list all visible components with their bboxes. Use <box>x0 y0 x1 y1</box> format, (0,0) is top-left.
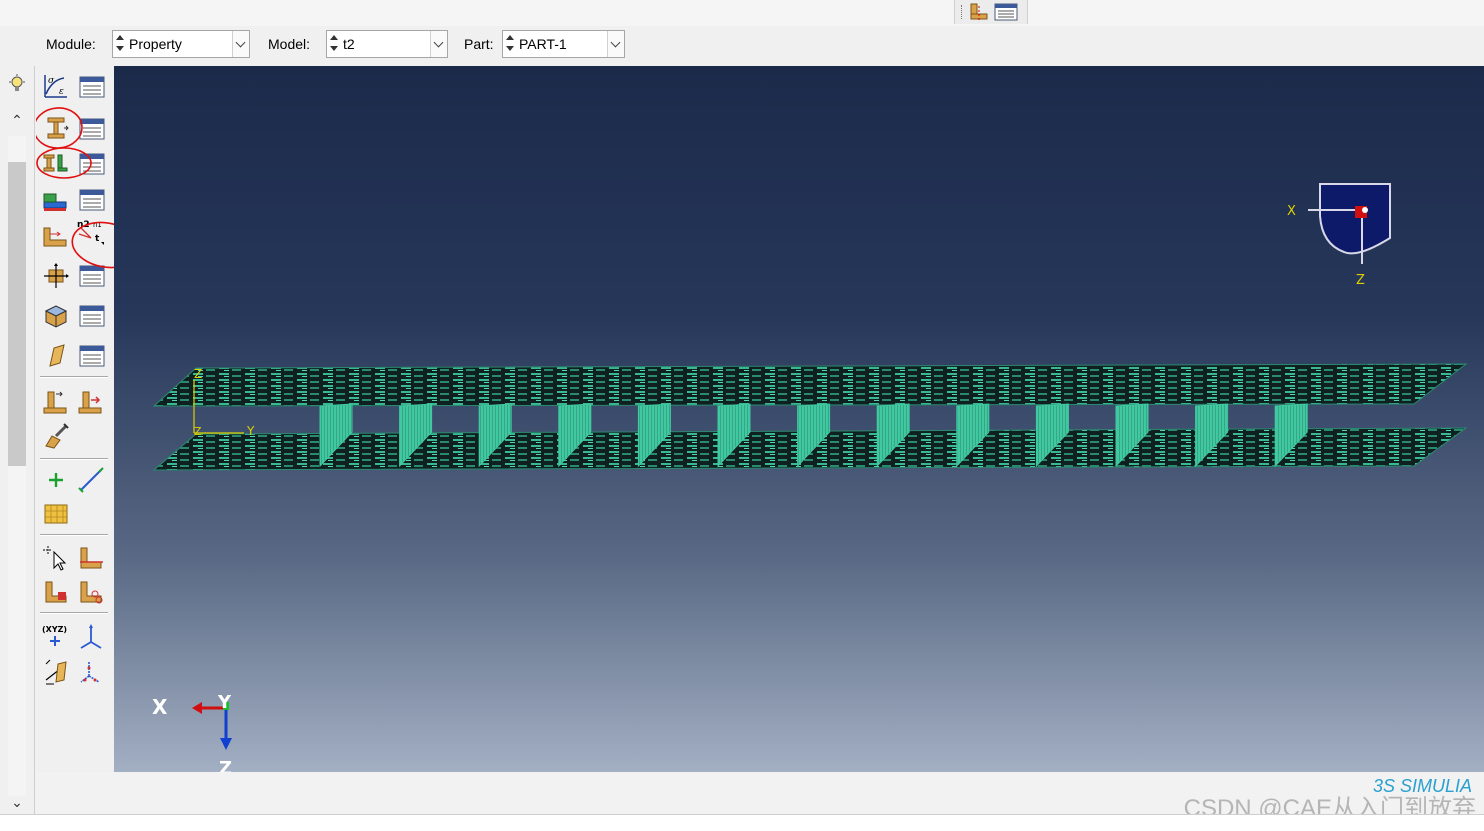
create-composite-layup-icon[interactable] <box>42 302 70 330</box>
part-geometry-icon[interactable] <box>968 2 990 22</box>
scroll-down-icon[interactable]: ⌄ <box>9 794 25 810</box>
status-bar: 3S SIMULIA CSDN @CAE从入门到放弃 <box>36 772 1484 822</box>
lightbulb-icon[interactable] <box>7 74 27 94</box>
module-value: Property <box>129 36 182 52</box>
skin-icon[interactable] <box>42 342 70 370</box>
viewport-canvas[interactable]: Z Y Z X Z X Y Z <box>114 66 1484 772</box>
svg-text:σ: σ <box>48 76 55 86</box>
triad-x-label: X <box>152 695 168 719</box>
chevron-down-icon[interactable] <box>232 31 249 57</box>
part-select[interactable]: PART-1 <box>502 30 625 58</box>
repair-icon[interactable] <box>42 578 70 606</box>
transform-csys-icon[interactable] <box>77 658 105 686</box>
model-view: Z Y Z X Z X Y Z <box>152 183 1468 772</box>
assign-beam-orientation-icon[interactable] <box>42 388 70 416</box>
part-spin[interactable] <box>505 34 514 54</box>
left-rail: ⌃ ⌄ <box>0 66 35 814</box>
scroll-up-icon[interactable]: ⌃ <box>9 112 25 128</box>
context-bar: Module: Property Model: t2 Part: PART-1 <box>36 26 1484 64</box>
model-value: t2 <box>343 36 355 52</box>
view-cube[interactable]: X Z <box>1287 183 1391 288</box>
cube-z-label: Z <box>1356 273 1365 288</box>
part-value: PART-1 <box>519 36 567 52</box>
svg-text:(XYZ): (XYZ) <box>42 625 67 634</box>
cube-x-label: X <box>1287 204 1296 219</box>
toolbox-separator <box>40 612 108 614</box>
local-y-label: Y <box>246 424 255 438</box>
footer-strip <box>0 814 1484 831</box>
create-datum-point-icon[interactable] <box>42 466 70 494</box>
model-select[interactable]: t2 <box>326 30 448 58</box>
part-label: Part: <box>464 36 494 52</box>
skin-manager-icon[interactable] <box>79 345 105 367</box>
upper-flange <box>152 363 1468 407</box>
manager-list-icon[interactable] <box>994 2 1018 22</box>
create-datum-axis-icon[interactable] <box>77 466 105 494</box>
model-label: Model: <box>268 36 311 52</box>
create-display-group-icon[interactable] <box>77 622 105 650</box>
layup-manager-icon[interactable] <box>79 305 105 327</box>
assign-rebar-icon[interactable] <box>77 388 105 416</box>
triad-y-label: Y <box>217 692 232 713</box>
create-datum-plane-icon[interactable] <box>42 500 70 528</box>
global-triad: X Y Z <box>152 692 232 772</box>
chevron-down-icon[interactable] <box>430 31 447 57</box>
triad-z-label: Z <box>219 758 232 772</box>
query-icon[interactable] <box>42 544 70 572</box>
module-spin[interactable] <box>115 34 124 54</box>
create-stringer-icon[interactable] <box>42 422 70 450</box>
local-z-label: Z <box>194 367 202 381</box>
material-manager-icon[interactable] <box>79 76 105 98</box>
chevron-down-icon[interactable] <box>607 31 624 57</box>
svg-text:ε: ε <box>59 87 64 97</box>
model-spin[interactable] <box>329 34 338 54</box>
svg-text:Z: Z <box>194 425 202 438</box>
rotate-icon[interactable] <box>42 658 70 686</box>
toolbar-grip[interactable] <box>961 5 964 19</box>
create-material-icon[interactable]: σ ε <box>42 72 70 100</box>
scrollbar-thumb[interactable] <box>8 162 26 466</box>
top-toolbar <box>954 0 1028 24</box>
top-strip <box>0 0 1484 26</box>
module-toolbox: σ ε n2 n1 t (XYZ) <box>36 66 141 772</box>
remove-face-icon[interactable] <box>77 578 105 606</box>
module-label: Module: <box>46 36 96 52</box>
partition-icon[interactable] <box>77 544 105 572</box>
toolbox-separator <box>40 458 108 460</box>
module-select[interactable]: Property <box>112 30 250 58</box>
toolbox-separator <box>40 376 108 378</box>
toolbox-separator <box>40 534 108 536</box>
create-datum-csys-icon[interactable]: (XYZ) <box>42 622 70 650</box>
